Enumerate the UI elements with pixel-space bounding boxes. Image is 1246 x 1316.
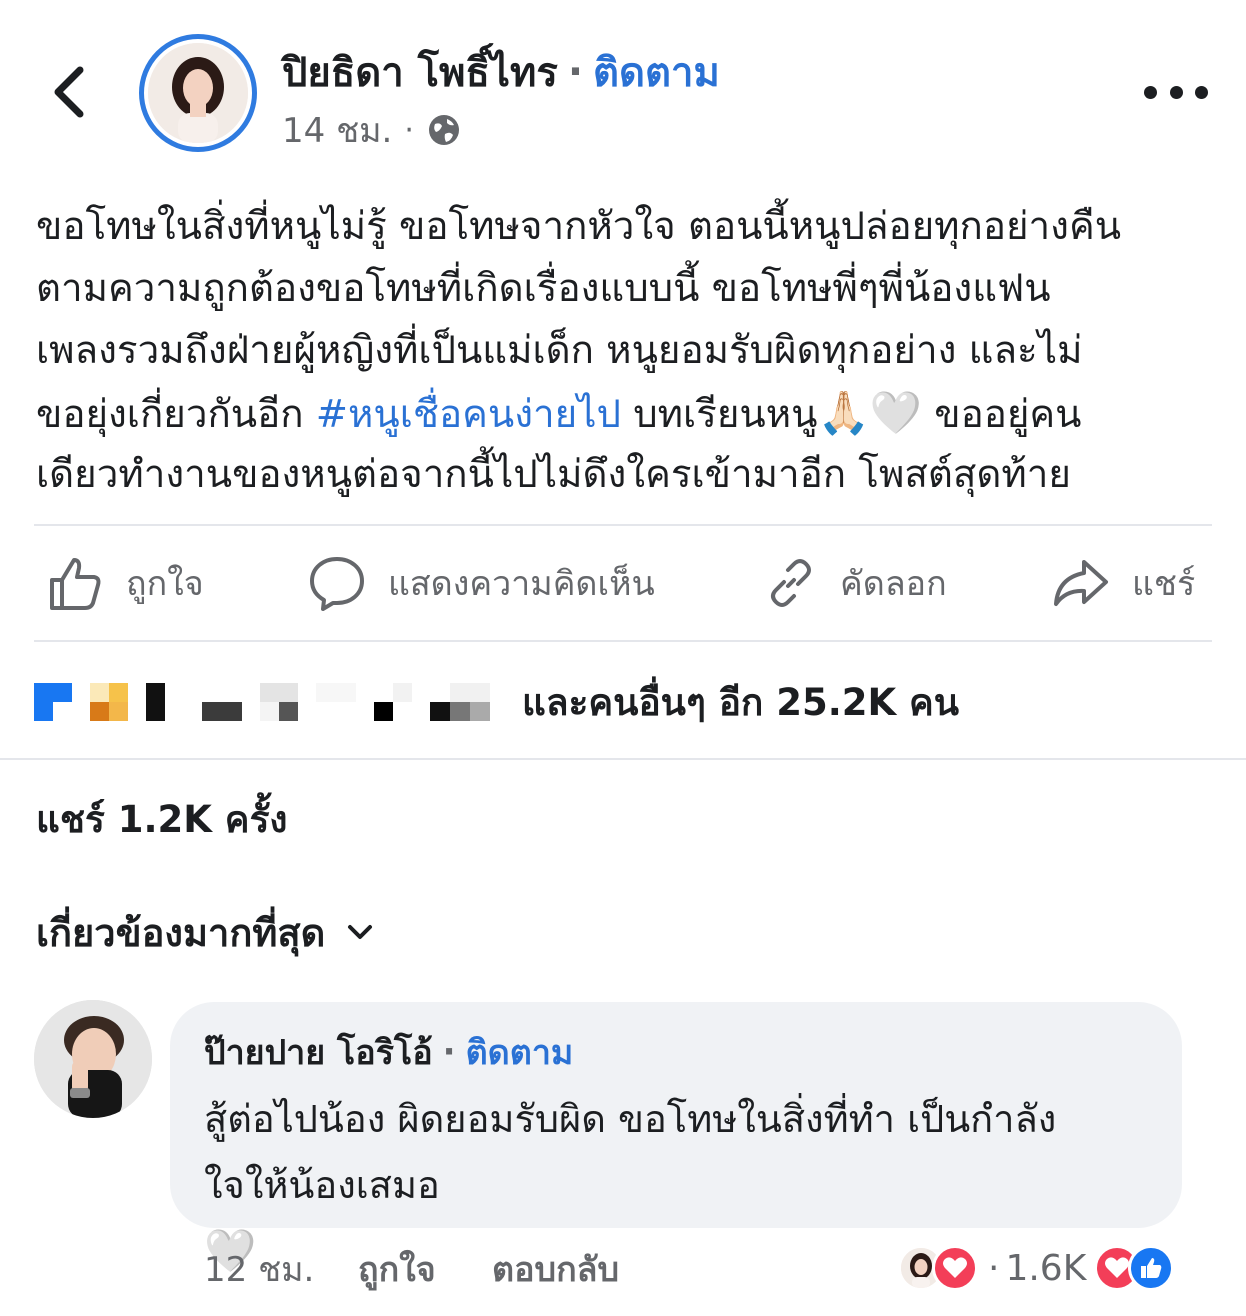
blurred-avatar [202,683,242,721]
share-arrow-icon [1054,560,1108,606]
comment-time[interactable]: 12 ชม. [204,1242,314,1296]
praying-hands-emoji: 🙏🏻 [817,388,870,437]
thumbs-up-icon [50,558,101,610]
link-icon [771,559,811,607]
commenter-name[interactable]: ป๊ายปาย โอริโอ้ [204,1025,433,1079]
divider [34,524,1212,526]
reaction-separator: · [988,1247,1000,1289]
comment-like-button[interactable]: ถูกใจ [358,1242,436,1296]
share-label: แชร์ [1132,564,1196,604]
comment-button[interactable]: แสดงความคิดเห็น [308,548,655,618]
author-avatar[interactable] [139,34,257,152]
reactions-summary[interactable]: และคนอื่นๆ อีก 25.2K คน [522,673,959,732]
chevron-down-icon [348,925,373,939]
more-options-button[interactable] [1144,74,1208,110]
author-avatar-image [148,43,248,143]
comment-reactions[interactable]: · 1.6K [898,1240,1175,1296]
comment-reaction-count: 1.6K [1005,1247,1087,1289]
author-name[interactable]: ปิยธิดา โพธิ์ไทร [282,40,558,104]
post-line: เดียวทำงานของหนูต่อจากนี้ไปไม่ดึงใครเข้า… [36,452,1071,497]
commenter-avatar[interactable] [34,1000,152,1118]
copy-label: คัดลอก [840,564,947,604]
name-separator: · [567,49,584,95]
back-button[interactable] [44,62,96,122]
meta-separator: · [404,112,414,148]
sort-label: เกี่ยวข้องมากที่สุด [36,910,326,955]
love-reaction-icon [932,1245,978,1291]
blurred-avatar [34,683,72,721]
blurred-avatar [260,683,298,721]
post-line: ขอโทษในสิ่งที่หนูไม่รู้ ขอโทษจากหัวใจ ตอ… [36,204,1122,249]
post-time[interactable]: 14 ชม. [282,103,392,157]
more-dot [1144,85,1157,99]
comment-bubble-icon [310,557,364,611]
blurred-avatar [430,683,490,721]
share-count[interactable]: แชร์ 1.2K ครั้ง [36,790,288,849]
post-line: เพลงรวมถึงฝ่ายผู้หญิงที่เป็นแม่เด็ก หนูย… [36,328,1083,373]
blurred-avatar [146,683,184,721]
like-button[interactable]: ถูกใจ [46,548,204,618]
follow-button[interactable]: ติดตาม [593,40,720,104]
comment-sort-dropdown[interactable]: เกี่ยวข้องมากที่สุด [36,900,375,964]
blurred-avatar [374,683,412,721]
more-dot [1169,85,1183,99]
blurred-avatar [90,683,128,721]
share-button[interactable]: แชร์ [1052,548,1195,618]
commenter-separator: · [442,1032,456,1072]
more-dot [1195,85,1208,99]
comment-label: แสดงความคิดเห็น [388,564,655,604]
post-text-segment: บทเรียนหนู [620,392,818,437]
comment-reply-button[interactable]: ตอบกลับ [492,1242,619,1296]
copy-link-button[interactable]: คัดลอก [764,548,947,618]
commenter-follow-button[interactable]: ติดตาม [466,1025,574,1079]
like-label: ถูกใจ [126,564,204,604]
post-line-with-hashtag: ขอยุ่งเกี่ยวกันอีก #หนูเชื่อคนง่ายไป บทเ… [36,382,1216,444]
comment-line: สู้ต่อไปน้อง ผิดยอมรับผิด ขอโทษในสิ่งที่… [204,1097,1057,1141]
reactors-row[interactable]: และคนอื่นๆ อีก 25.2K คน [34,672,959,732]
post-text-segment: ขออยู่คน [922,392,1082,437]
like-reaction-icon [1128,1245,1175,1291]
comment-line-text: ใจให้น้องเสมอ [204,1163,440,1207]
post-line: ตามความถูกต้องขอโทษที่เกิดเรื่องแบบนี้ ข… [36,266,1051,311]
divider [0,758,1246,760]
hashtag-link[interactable]: #หนูเชื่อคนง่ายไป [316,392,621,437]
commenter-avatar-image [34,1000,152,1118]
post-text-segment: ขอยุ่งเกี่ยวกันอีก [36,392,316,437]
globe-icon [428,115,459,145]
white-heart-emoji: 🤍 [869,388,923,437]
blurred-avatar [316,683,356,721]
post-body: ขอโทษในสิ่งที่หนูไม่รู้ ขอโทษจากหัวใจ ตอ… [36,196,1216,506]
divider [34,640,1212,642]
chevron-left-icon [54,66,84,118]
